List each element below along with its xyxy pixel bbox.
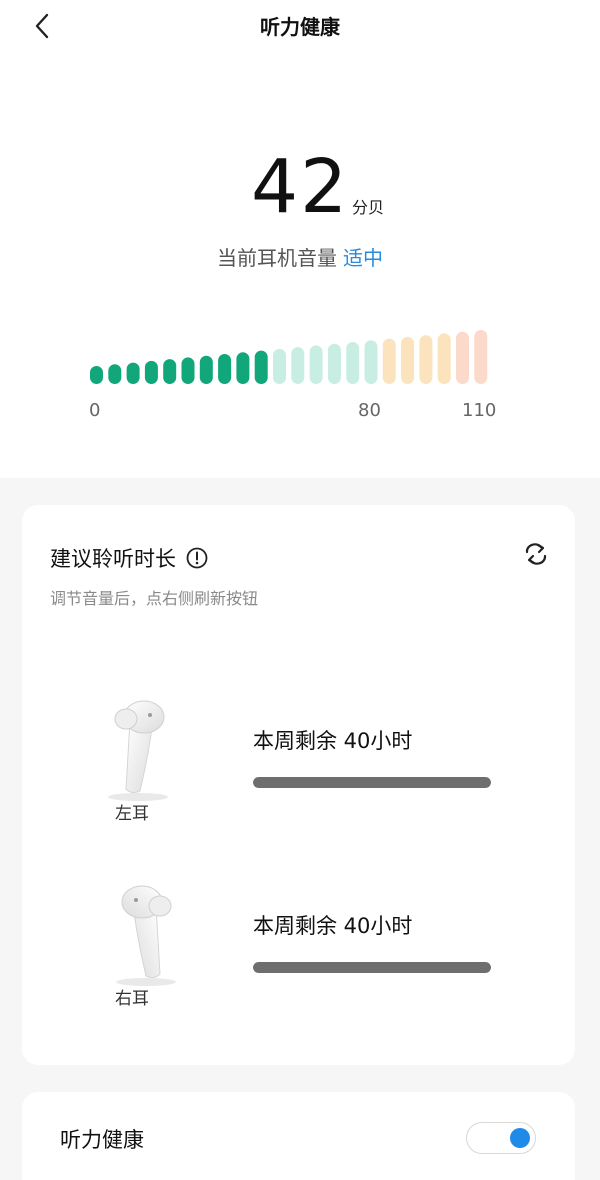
left-ear-label: 左耳 [115, 804, 149, 824]
left-earbud-icon [108, 700, 168, 801]
left-progress-fill [253, 777, 491, 788]
meter-segment [218, 354, 232, 384]
scale-label-80: 80 [358, 400, 381, 421]
right-progress-fill [253, 962, 491, 973]
toggle-knob [510, 1128, 530, 1148]
card-title: 建议聆听时长 [50, 543, 208, 573]
meter-segment [364, 340, 378, 384]
right-ear-row: 右耳 本周剩余 40小时 [22, 878, 575, 1028]
meter-segment [181, 357, 195, 384]
meter-segment [273, 348, 286, 384]
meter-segment [254, 350, 268, 384]
meter-segment [419, 335, 433, 384]
meter-segment [382, 338, 396, 384]
card-hint: 调节音量后，点右侧刷新按钮 [50, 589, 259, 608]
volume-value: 42 [251, 144, 350, 230]
scale-label-0: 0 [89, 400, 101, 421]
meter-segment [456, 331, 469, 384]
meter-segment [90, 366, 103, 384]
right-progress-bar [253, 962, 491, 973]
card-title-text: 建议聆听时长 [50, 547, 176, 571]
meter-segment [108, 364, 122, 384]
volume-status: 当前耳机音量 适中 [0, 242, 600, 271]
refresh-icon [525, 543, 547, 565]
meter-segment [199, 355, 213, 384]
hearing-health-toggle-row: 听力健康 [22, 1092, 575, 1180]
volume-status-level: 适中 [343, 246, 383, 270]
meter-segment [474, 330, 488, 384]
left-progress-bar [253, 777, 491, 788]
listening-duration-card: 建议聆听时长 调节音量后，点右侧刷新按钮 左耳 本周剩余 40小时 右耳 本周剩… [22, 505, 575, 1065]
right-earbud-icon [116, 885, 176, 986]
volume-status-prefix: 当前耳机音量 [217, 246, 337, 270]
meter-segment [401, 336, 415, 384]
meter-segment [163, 359, 177, 384]
page-title: 听力健康 [260, 15, 340, 39]
meter-segment [236, 352, 250, 384]
info-icon[interactable] [186, 547, 208, 569]
meter-segment [327, 343, 341, 384]
volume-readout: 42 分贝 [0, 145, 600, 235]
volume-panel: 听力健康 42 分贝 当前耳机音量 适中 0 80 110 [0, 0, 600, 478]
meter-segment [144, 360, 158, 384]
volume-meter [90, 330, 488, 384]
meter-segment [126, 362, 140, 384]
meter-segment [437, 333, 451, 384]
hearing-health-label: 听力健康 [60, 1128, 144, 1152]
right-remaining-time: 本周剩余 40小时 [253, 914, 413, 938]
hearing-health-screen: 听力健康 42 分贝 当前耳机音量 适中 0 80 110 建议聆听时长 调节音量… [0, 0, 600, 1180]
hearing-health-toggle[interactable] [466, 1122, 536, 1154]
meter-segment [291, 347, 305, 384]
volume-unit: 分贝 [352, 198, 385, 217]
meter-segment [309, 345, 323, 384]
refresh-button[interactable] [521, 539, 551, 569]
scale-label-110: 110 [462, 400, 497, 421]
meter-segment [346, 342, 360, 384]
right-ear-label: 右耳 [115, 989, 149, 1009]
left-ear-row: 左耳 本周剩余 40小时 [22, 693, 575, 843]
left-remaining-time: 本周剩余 40小时 [253, 729, 413, 753]
